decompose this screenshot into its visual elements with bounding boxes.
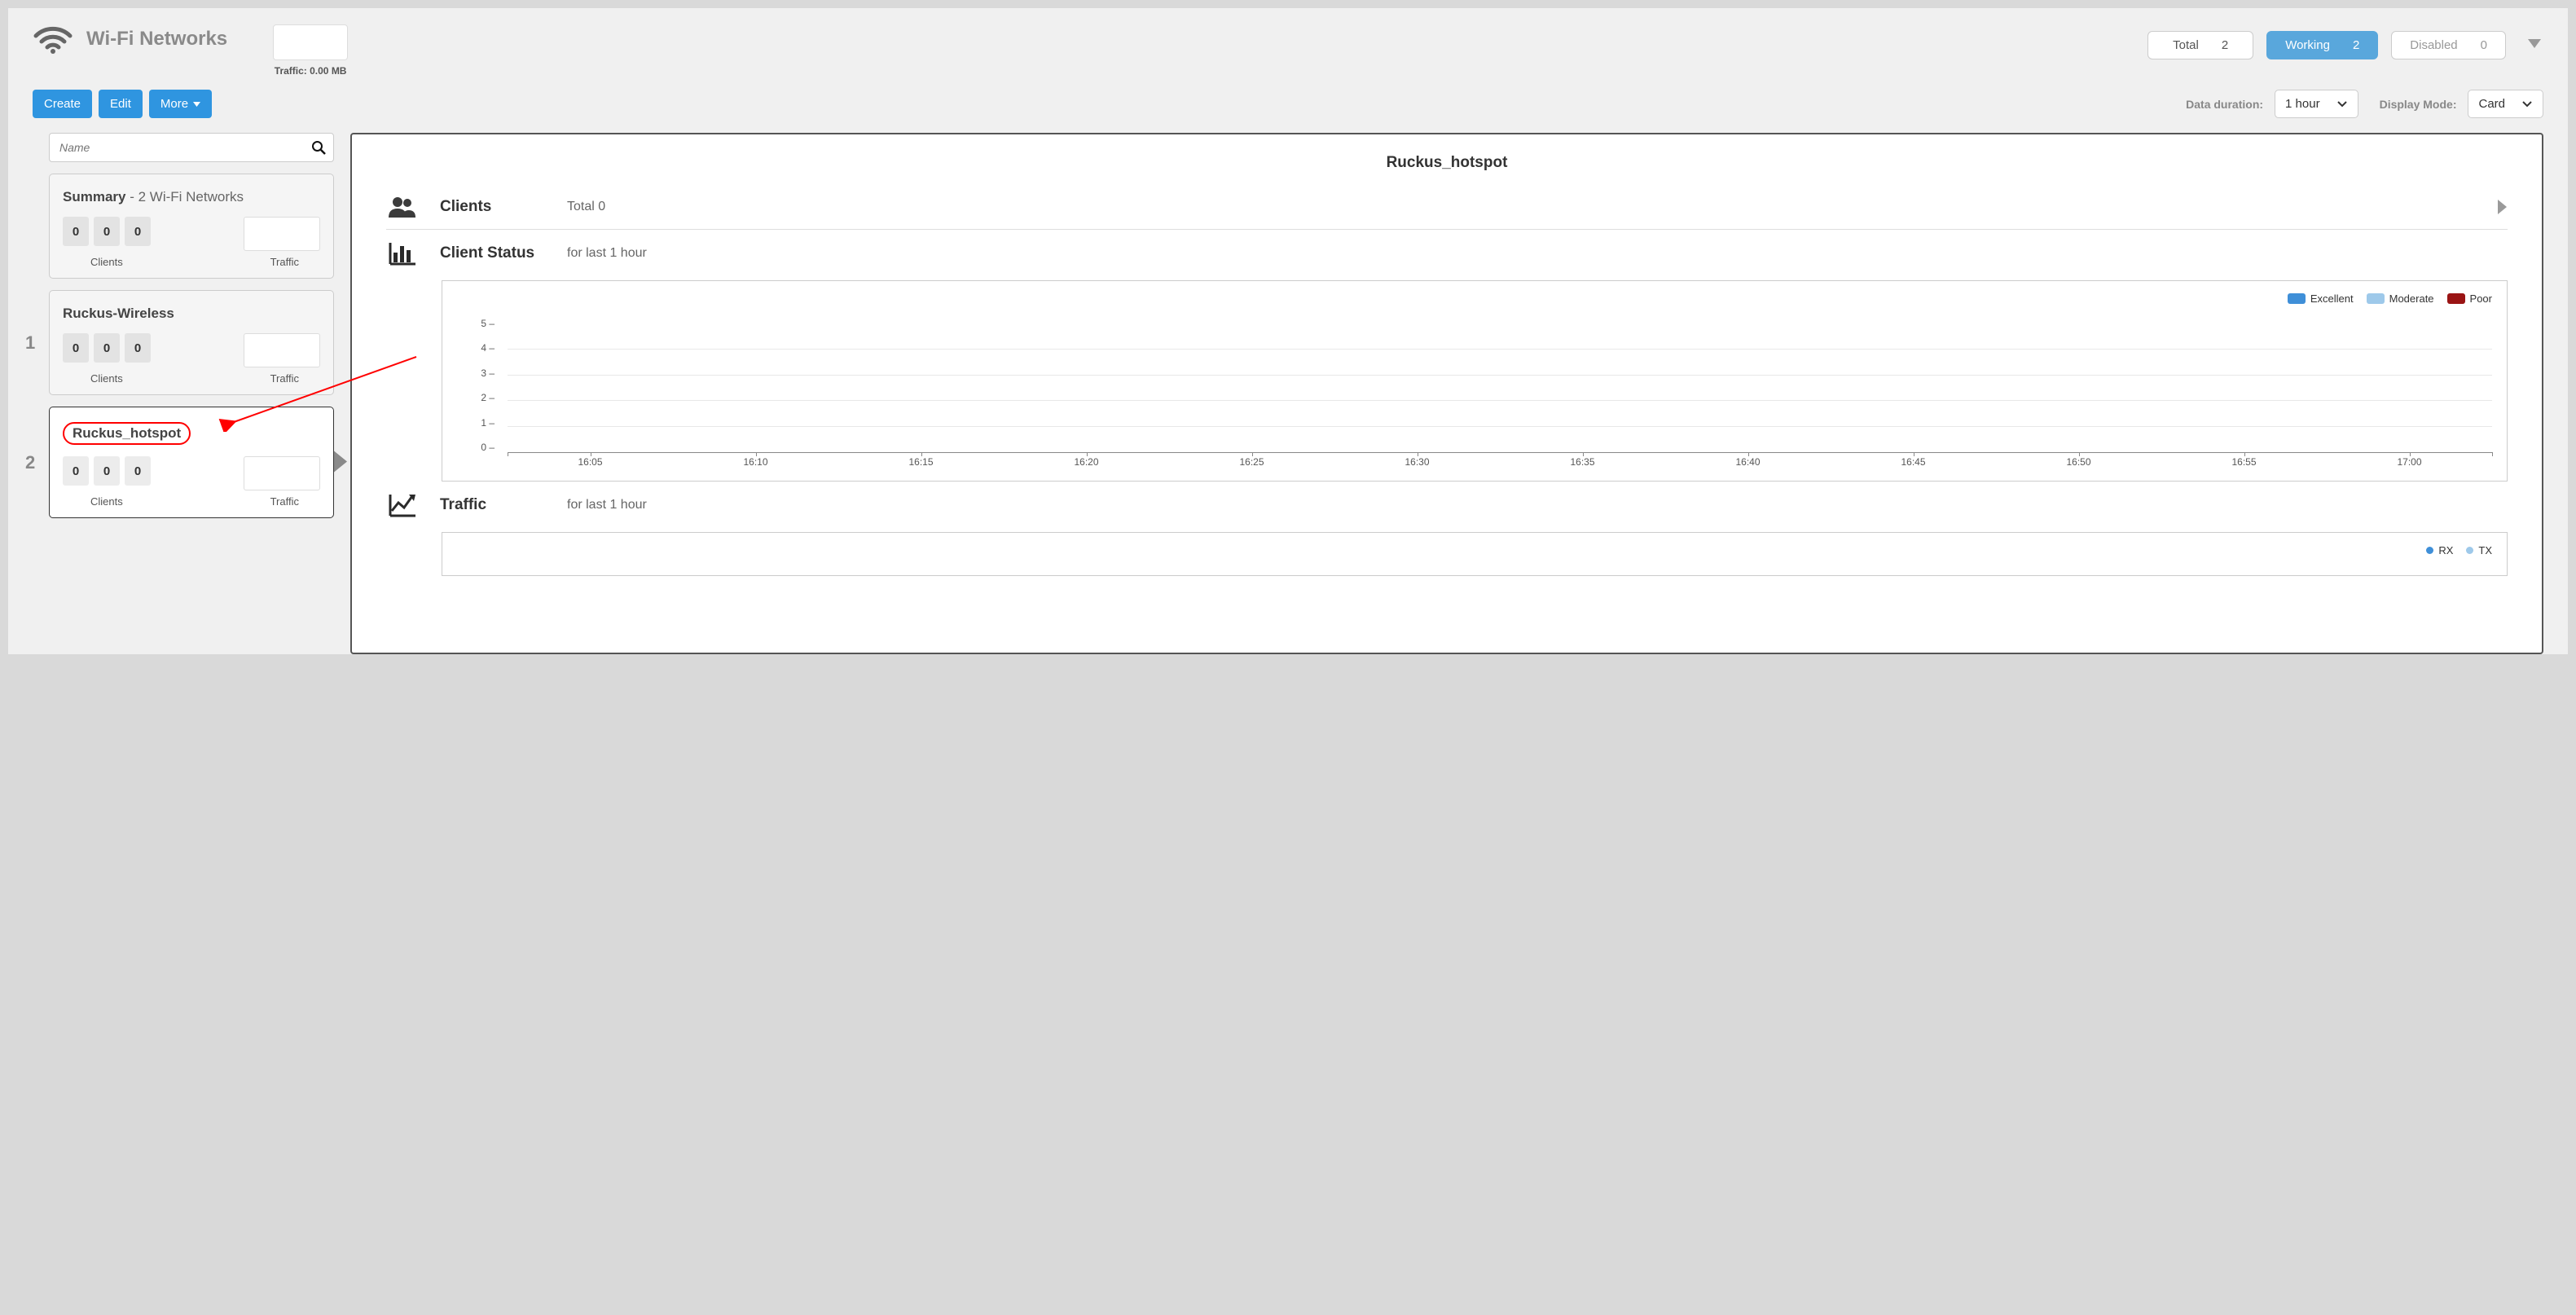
status-total-pill[interactable]: Total 2: [2147, 31, 2253, 59]
selected-pointer-icon: [334, 451, 349, 474]
network-name: Ruckus_hotspot: [73, 425, 181, 441]
duration-value: 1 hour: [2285, 97, 2320, 111]
network-counter: 0: [125, 333, 151, 363]
status-disabled-pill[interactable]: Disabled 0: [2391, 31, 2506, 59]
bar-chart-icon: [386, 241, 419, 266]
network-counter: 0: [63, 456, 89, 486]
traffic-label: Traffic: [270, 256, 299, 268]
expand-icon[interactable]: [2498, 200, 2508, 217]
network-counter: 0: [94, 456, 120, 486]
network-counter: 0: [125, 456, 151, 486]
network-name: Ruckus-Wireless: [63, 306, 320, 322]
summary-title: Summary: [63, 189, 125, 205]
clients-label: Clients: [90, 495, 123, 508]
legend-tx: TX: [2466, 544, 2492, 556]
clients-icon: [386, 195, 419, 219]
chevron-down-icon: [2336, 100, 2348, 108]
network-traffic-tile: [244, 333, 320, 367]
clients-label: Clients: [90, 372, 123, 385]
traffic-chart: RX TX: [442, 532, 2508, 576]
traffic-tile: [273, 24, 348, 60]
traffic-subtitle: for last 1 hour: [567, 498, 647, 512]
detail-panel: Ruckus_hotspot Clients Total 0: [350, 133, 2543, 654]
edit-button[interactable]: Edit: [99, 90, 143, 118]
collapse-icon[interactable]: [2525, 34, 2543, 55]
traffic-label: Traffic: [270, 495, 299, 508]
status-total-count: 2: [2222, 38, 2228, 52]
page-title: Wi-Fi Networks: [86, 28, 227, 51]
legend-poor: Poor: [2447, 292, 2492, 305]
summary-subtitle: 2 Wi-Fi Networks: [138, 189, 244, 205]
more-button[interactable]: More: [149, 90, 212, 118]
create-button[interactable]: Create: [33, 90, 92, 118]
duration-select[interactable]: 1 hour: [2275, 90, 2358, 118]
caret-down-icon: [193, 102, 200, 107]
annotation-circle: Ruckus_hotspot: [63, 422, 191, 445]
client-status-subtitle: for last 1 hour: [567, 246, 647, 261]
duration-label: Data duration:: [2186, 98, 2263, 111]
wifi-icon: [33, 24, 73, 54]
status-working-label: Working: [2285, 38, 2330, 52]
summary-card[interactable]: Summary - 2 Wi-Fi Networks 0 0 0 Clients…: [49, 174, 334, 279]
clients-label: Clients: [90, 256, 123, 268]
network-traffic-tile: [244, 456, 320, 490]
search-input[interactable]: [49, 133, 334, 162]
network-counter: 0: [94, 333, 120, 363]
legend-rx: RX: [2426, 544, 2453, 556]
status-total-label: Total: [2173, 38, 2199, 52]
clients-title: Clients: [440, 198, 546, 216]
legend-excellent: Excellent: [2288, 292, 2354, 305]
status-disabled-label: Disabled: [2410, 38, 2457, 52]
traffic-title: Traffic: [440, 496, 546, 514]
client-status-chart: Excellent Moderate Poor 5 –4 –3 –2 –1 –0…: [442, 280, 2508, 482]
status-working-pill[interactable]: Working 2: [2266, 31, 2378, 59]
legend-moderate: Moderate: [2367, 292, 2434, 305]
traffic-caption: Traffic: 0.00 MB: [275, 65, 347, 77]
summary-counter: 0: [125, 217, 151, 246]
row-number: 1: [25, 332, 35, 354]
traffic-label: Traffic: [270, 372, 299, 385]
chevron-down-icon: [2521, 100, 2533, 108]
network-card-ruckus-wireless[interactable]: 1 Ruckus-Wireless 0 0 0 Clients Traffic: [49, 290, 334, 395]
mode-value: Card: [2478, 97, 2505, 111]
mode-select[interactable]: Card: [2468, 90, 2543, 118]
clients-total: Total 0: [567, 200, 605, 214]
panel-title: Ruckus_hotspot: [352, 154, 2542, 172]
status-working-count: 2: [2353, 38, 2359, 52]
network-counter: 0: [63, 333, 89, 363]
summary-counter: 0: [94, 217, 120, 246]
network-card-ruckus-hotspot[interactable]: 2 Ruckus_hotspot 0 0 0 Clients T: [49, 407, 334, 518]
summary-traffic-tile: [244, 217, 320, 251]
mode-label: Display Mode:: [2380, 98, 2457, 111]
line-chart-icon: [386, 493, 419, 517]
status-disabled-count: 0: [2481, 38, 2487, 52]
search-icon[interactable]: [311, 140, 326, 155]
row-number: 2: [25, 452, 35, 473]
summary-counter: 0: [63, 217, 89, 246]
client-status-title: Client Status: [440, 244, 546, 262]
